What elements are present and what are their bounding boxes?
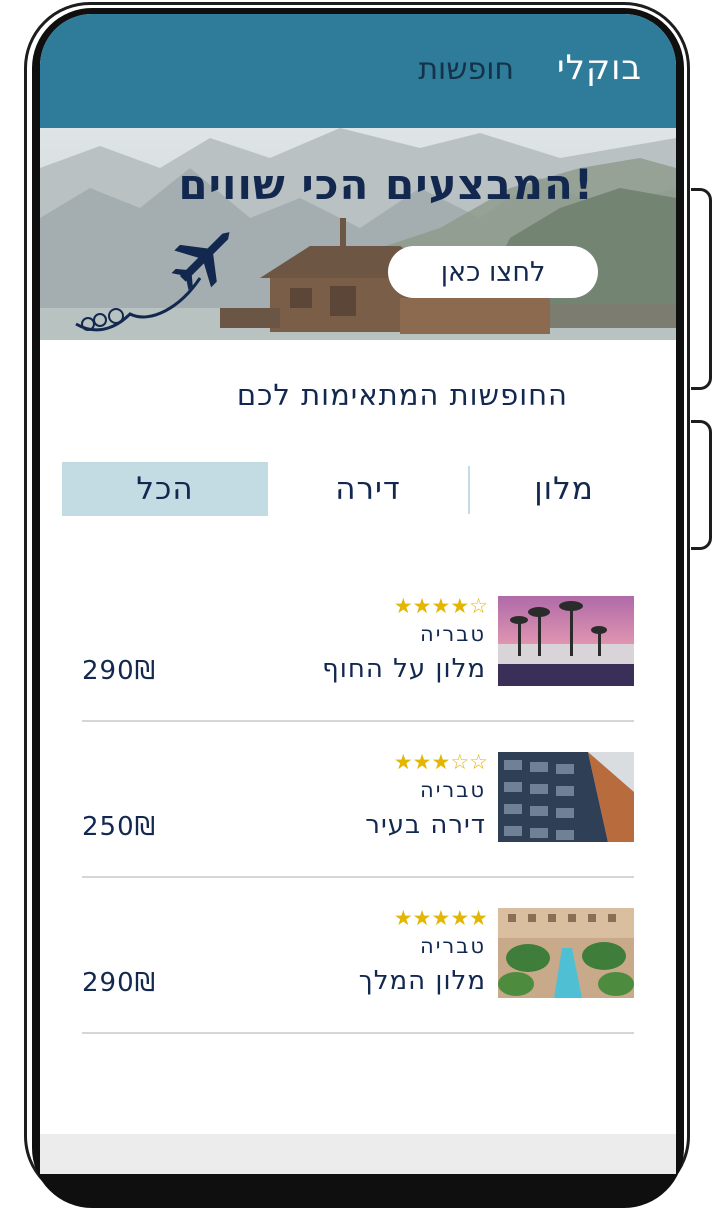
- tab-divider: [468, 466, 470, 514]
- star-rating: ★★★★☆: [393, 594, 488, 618]
- star-rating: ★★★★★: [393, 906, 488, 930]
- listing-price: 250₪: [82, 812, 157, 842]
- app-screen: בוקלי חופשות המבצעים הכי שווים! לחצו כאן…: [40, 14, 676, 1174]
- listing-thumbnail[interactable]: [498, 596, 634, 686]
- banner-title: המבצעים הכי שווים!: [178, 160, 594, 209]
- listing-item[interactable]: ★★★☆☆ טבריה דירה בעיר 250₪: [82, 750, 634, 892]
- listing-name[interactable]: מלון המלך: [359, 966, 486, 996]
- listing-name[interactable]: דירה בעיר: [365, 810, 486, 840]
- listing-item[interactable]: ★★★★☆ טבריה מלון על החוף 290₪: [82, 594, 634, 736]
- listing-thumbnail[interactable]: [498, 752, 634, 842]
- listing-item[interactable]: ★★★★★ טבריה מלון המלך 290₪: [82, 906, 634, 1048]
- star-rating: ★★★☆☆: [393, 750, 488, 774]
- app-header: בוקלי חופשות: [40, 14, 676, 128]
- listing-divider: [82, 720, 634, 722]
- phone-side-button: [691, 420, 712, 550]
- listing-divider: [82, 876, 634, 878]
- listing-divider: [82, 1032, 634, 1034]
- section-title: החופשות המתאימות לכם: [236, 378, 568, 412]
- listing-city: טבריה: [419, 778, 486, 802]
- tab-apartment[interactable]: דירה: [268, 462, 468, 516]
- tab-all[interactable]: הכל: [62, 462, 268, 516]
- app-logo[interactable]: בוקלי: [557, 48, 642, 88]
- listing-name[interactable]: מלון על החוף: [322, 654, 486, 684]
- listing-price: 290₪: [82, 656, 157, 686]
- click-here-button[interactable]: לחצו כאן: [388, 246, 598, 298]
- listing-city: טבריה: [419, 934, 486, 958]
- tab-hotel[interactable]: מלון: [472, 462, 656, 516]
- listing-price: 290₪: [82, 968, 157, 998]
- listing-thumbnail[interactable]: [498, 908, 634, 998]
- category-tabs: הכל דירה מלון: [62, 462, 656, 516]
- promo-banner: המבצעים הכי שווים! לחצו כאן: [40, 128, 676, 340]
- listing-city: טבריה: [419, 622, 486, 646]
- bottom-bar: [40, 1134, 676, 1174]
- nav-link-vacations[interactable]: חופשות: [418, 52, 514, 87]
- phone-side-button: [691, 188, 712, 390]
